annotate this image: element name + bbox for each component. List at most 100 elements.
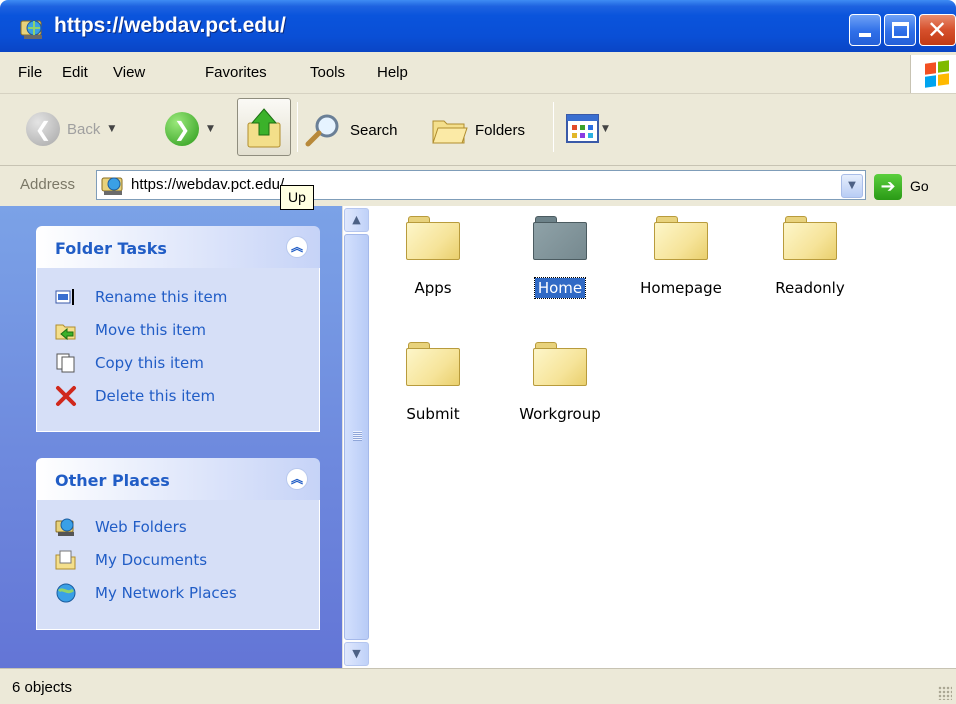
copy-icon — [56, 353, 75, 373]
windows-logo-icon — [910, 55, 956, 93]
other-places-body: Web Folders My Documents My Network Plac… — [36, 500, 320, 630]
folder-label: Submit — [406, 405, 460, 423]
network-places-icon — [56, 583, 76, 603]
folder-item[interactable]: Submit — [378, 342, 488, 424]
minimize-icon — [859, 33, 871, 37]
back-button[interactable]: ❮ Back ▼ — [26, 112, 115, 146]
search-icon — [305, 114, 339, 147]
collapse-chevron-icon[interactable]: ︽ — [286, 468, 308, 490]
views-dropdown-icon[interactable]: ▼ — [602, 124, 609, 134]
resize-grip-icon[interactable] — [938, 686, 952, 700]
forward-button[interactable]: ❯ ▼ — [165, 112, 214, 146]
place-web-folders[interactable]: Web Folders — [55, 516, 187, 538]
folder-tasks-title: Folder Tasks — [55, 239, 167, 258]
file-view[interactable]: Apps Home Homepage Readonly Submit Workg… — [370, 206, 956, 668]
menu-file[interactable]: File — [18, 64, 42, 81]
address-dropdown-button[interactable]: ▼ — [841, 174, 863, 198]
views-icon — [566, 114, 599, 143]
folder-icon — [406, 342, 460, 386]
status-bar: 6 objects — [0, 668, 956, 704]
vertical-scrollbar[interactable]: ▲ ▼ — [342, 206, 370, 668]
title-bar[interactable]: https://webdav.pct.edu/ ✕ — [0, 0, 956, 52]
address-value: https://webdav.pct.edu/ — [131, 176, 285, 193]
task-delete[interactable]: Delete this item — [55, 385, 215, 407]
scroll-up-button[interactable]: ▲ — [344, 208, 369, 232]
folder-item-selected[interactable]: Home — [505, 216, 615, 299]
address-bar: Address https://webdav.pct.edu/ ▼ ➔ Go — [0, 166, 956, 206]
address-input[interactable]: https://webdav.pct.edu/ ▼ — [96, 170, 866, 200]
rename-icon — [55, 289, 74, 305]
back-label: Back — [67, 120, 101, 138]
chevron-down-icon: ▼ — [848, 180, 856, 191]
folder-label: Workgroup — [519, 405, 601, 423]
forward-dropdown-icon[interactable]: ▼ — [207, 124, 214, 134]
window-title: https://webdav.pct.edu/ — [54, 14, 286, 37]
folder-tasks-body: Rename this item Move this item Copy thi… — [36, 268, 320, 432]
back-arrow-icon: ❮ — [26, 112, 60, 146]
place-my-network-label: My Network Places — [95, 584, 237, 602]
maximize-icon — [892, 22, 909, 38]
search-button[interactable]: Search — [305, 113, 398, 147]
folder-item[interactable]: Apps — [378, 216, 488, 298]
menu-help[interactable]: Help — [377, 64, 408, 81]
views-button[interactable]: ▼ — [566, 113, 609, 145]
back-dropdown-icon[interactable]: ▼ — [108, 124, 115, 134]
place-my-documents[interactable]: My Documents — [55, 549, 207, 571]
task-copy[interactable]: Copy this item — [55, 352, 204, 374]
task-rename-label: Rename this item — [95, 288, 228, 306]
menu-edit[interactable]: Edit — [62, 64, 88, 81]
task-move[interactable]: Move this item — [55, 319, 206, 341]
close-icon: ✕ — [927, 16, 948, 44]
up-tooltip: Up — [280, 185, 314, 210]
place-my-network[interactable]: My Network Places — [55, 582, 237, 604]
folder-label: Apps — [414, 279, 452, 297]
place-my-documents-label: My Documents — [95, 551, 208, 569]
other-places-header[interactable]: Other Places ︽ — [36, 458, 320, 500]
folders-button[interactable]: Folders — [430, 113, 525, 147]
status-text: 6 objects — [12, 679, 73, 696]
folder-icon — [533, 342, 587, 386]
collapse-chevron-icon[interactable]: ︽ — [286, 236, 308, 258]
scroll-thumb[interactable] — [344, 234, 369, 640]
web-folders-icon — [55, 518, 74, 536]
place-web-folders-label: Web Folders — [95, 518, 187, 536]
task-copy-label: Copy this item — [95, 354, 204, 372]
folder-item[interactable]: Workgroup — [505, 342, 615, 424]
go-button[interactable]: Go — [910, 178, 929, 194]
menu-bar: File Edit View Favorites Tools Help — [0, 52, 956, 94]
folder-icon — [783, 216, 837, 260]
my-documents-icon — [55, 550, 76, 570]
task-move-label: Move this item — [95, 321, 207, 339]
up-folder-icon — [247, 108, 281, 148]
toolbar: ❮ Back ▼ ❯ ▼ Search Folders ▼ — [0, 94, 956, 166]
menu-favorites[interactable]: Favorites — [205, 64, 267, 81]
folder-icon — [406, 216, 460, 260]
folders-label: Folders — [475, 121, 526, 139]
up-button[interactable] — [237, 98, 291, 156]
folder-tasks-header[interactable]: Folder Tasks ︽ — [36, 226, 320, 268]
folder-label: Homepage — [640, 279, 722, 297]
go-arrow-icon[interactable]: ➔ — [874, 174, 902, 200]
move-folder-icon — [55, 324, 76, 341]
web-folder-icon — [101, 177, 123, 195]
forward-arrow-icon: ❯ — [165, 112, 199, 146]
task-delete-label: Delete this item — [95, 387, 216, 405]
task-rename[interactable]: Rename this item — [55, 286, 227, 308]
delete-x-icon — [56, 386, 76, 406]
toolbar-separator — [553, 102, 554, 152]
folder-item[interactable]: Readonly — [755, 216, 865, 298]
scroll-grip-icon — [353, 431, 362, 441]
folder-label: Readonly — [775, 279, 845, 297]
search-label: Search — [350, 121, 398, 139]
menu-tools[interactable]: Tools — [310, 64, 345, 81]
network-globe-icon — [20, 20, 42, 39]
folder-icon — [533, 216, 587, 260]
menu-view[interactable]: View — [113, 64, 145, 81]
close-button[interactable]: ✕ — [919, 14, 956, 46]
scroll-down-button[interactable]: ▼ — [344, 642, 369, 666]
maximize-button[interactable] — [884, 14, 916, 46]
folder-icon — [654, 216, 708, 260]
other-places-title: Other Places — [55, 471, 170, 490]
minimize-button[interactable] — [849, 14, 881, 46]
folder-item[interactable]: Homepage — [626, 216, 736, 298]
